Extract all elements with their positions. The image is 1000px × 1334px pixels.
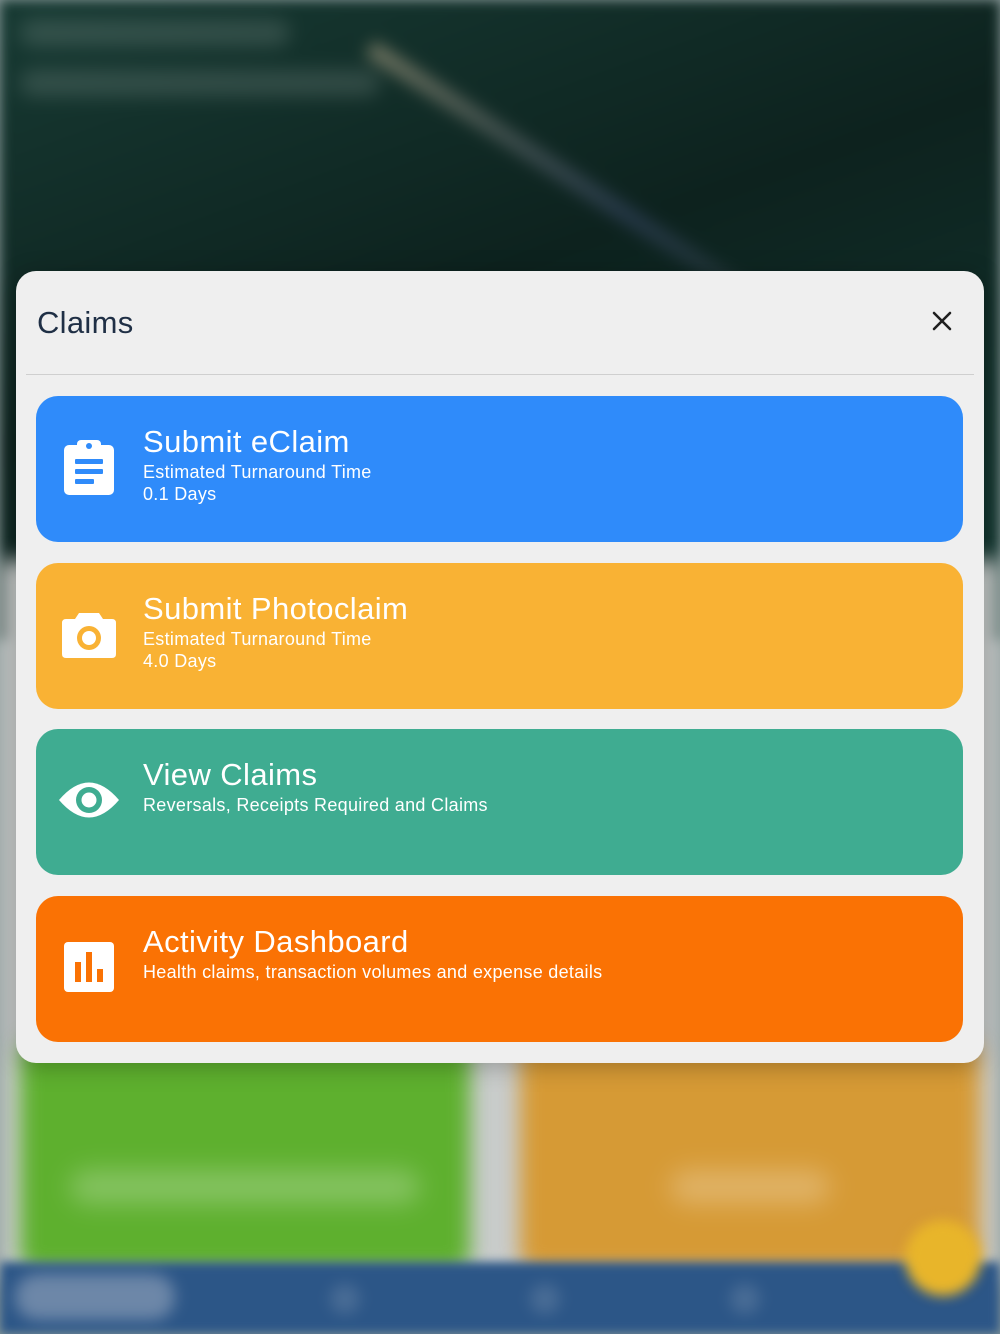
background-tab-icon xyxy=(330,1284,360,1314)
activity-dashboard-button[interactable]: Activity Dashboard Health claims, transa… xyxy=(36,896,963,1042)
card-turnaround-value: 0.1 Days xyxy=(143,484,217,504)
eye-icon xyxy=(56,767,122,833)
card-subtitle: Estimated Turnaround Time xyxy=(143,629,372,649)
close-button[interactable] xyxy=(924,303,960,339)
card-title: View Claims xyxy=(143,757,318,792)
card-title: Activity Dashboard xyxy=(143,924,409,959)
background-tab-icon xyxy=(530,1284,560,1314)
background-decoration xyxy=(365,41,761,306)
close-icon xyxy=(932,311,952,331)
modal-title: Claims xyxy=(37,305,134,340)
background-blurred-text xyxy=(20,70,380,96)
submit-eclaim-button[interactable]: Submit eClaim Estimated Turnaround Time … xyxy=(36,396,963,542)
background-tab-pill xyxy=(15,1274,175,1320)
clipboard-icon xyxy=(60,434,118,500)
submit-photoclaim-button[interactable]: Submit Photoclaim Estimated Turnaround T… xyxy=(36,563,963,709)
bar-chart-icon xyxy=(60,934,118,1000)
card-subtitle: Estimated Turnaround Time xyxy=(143,462,372,482)
card-subtitle: Health claims, transaction volumes and e… xyxy=(143,962,603,982)
background-tab-bar xyxy=(0,1262,1000,1334)
background-blurred-text xyxy=(20,20,290,46)
card-title: Submit Photoclaim xyxy=(143,591,409,626)
background-tile xyxy=(20,1040,470,1270)
card-title: Submit eClaim xyxy=(143,424,350,459)
card-turnaround-value: 4.0 Days xyxy=(143,651,217,671)
modal-header: Claims xyxy=(26,271,974,375)
claims-modal: Claims Submit eClaim Estimated Turnaroun… xyxy=(16,271,984,1063)
view-claims-button[interactable]: View Claims Reversals, Receipts Required… xyxy=(36,729,963,875)
camera-icon xyxy=(60,601,118,667)
background-tab-icon xyxy=(730,1284,760,1314)
background-fab xyxy=(905,1220,981,1296)
card-subtitle: Reversals, Receipts Required and Claims xyxy=(143,795,488,815)
